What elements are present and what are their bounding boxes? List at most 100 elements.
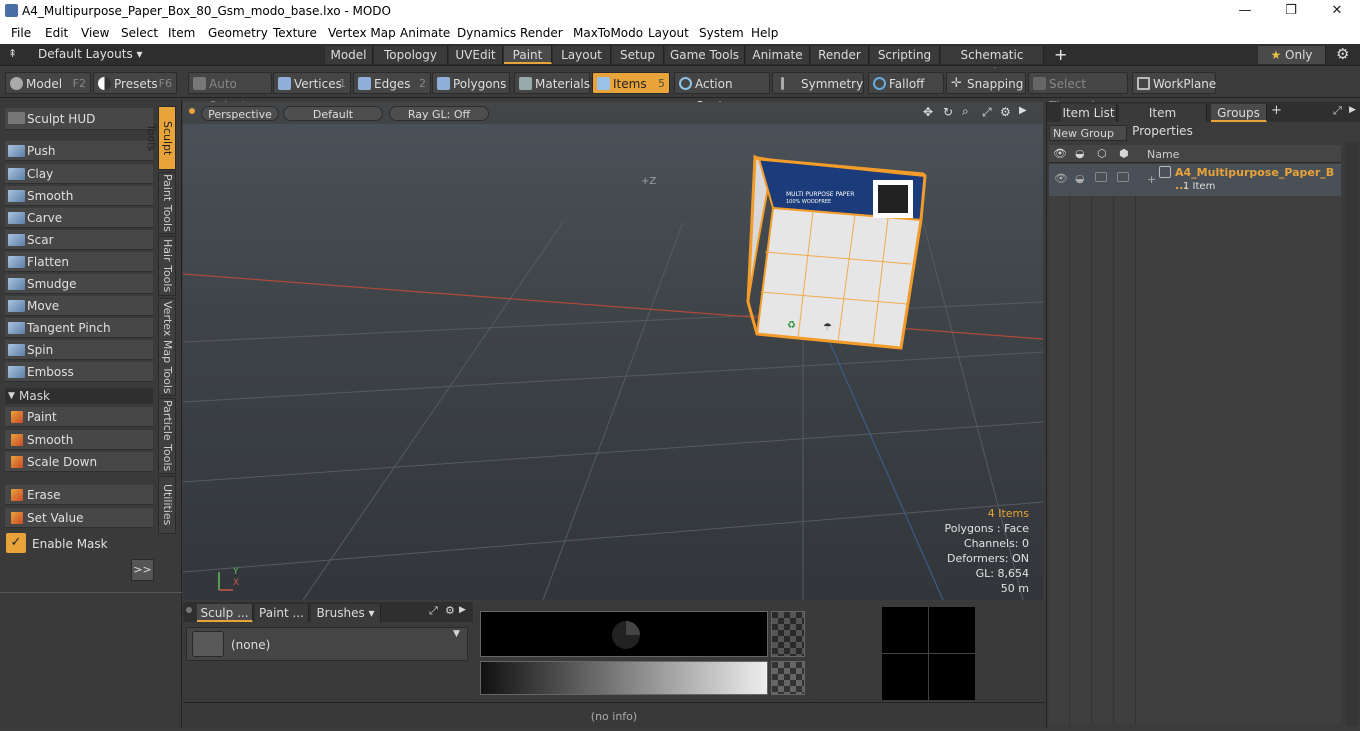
mask-smooth[interactable]: Smooth: [5, 430, 153, 450]
raygl-button[interactable]: Ray GL: Off: [389, 106, 489, 121]
name-column-header[interactable]: Name: [1147, 148, 1179, 161]
3d-viewport[interactable]: MULTI PURPOSE PAPER 100% WOODFREE ♻ ☂ +Z…: [183, 102, 1043, 600]
tab-game-tools[interactable]: Game Tools: [665, 46, 745, 64]
mask-paint[interactable]: Paint: [5, 407, 153, 427]
tool-smooth[interactable]: Smooth: [5, 186, 153, 206]
color-swatch-large[interactable]: [480, 611, 768, 657]
snapping-button[interactable]: ✛ Snapping: [946, 72, 1026, 94]
sculpt-hud-button[interactable]: Sculpt HUD: [5, 108, 153, 130]
row-render-icon[interactable]: ◒: [1075, 172, 1085, 185]
mask-scale-down[interactable]: Scale Down: [5, 452, 153, 472]
mask-erase[interactable]: Erase: [5, 485, 153, 505]
tab-layout[interactable]: Layout: [553, 46, 611, 64]
panel-more-icon[interactable]: ▶: [459, 605, 466, 615]
tab-brushes[interactable]: Brushes ▾: [311, 604, 381, 622]
viewport-menu-dot[interactable]: [189, 108, 195, 114]
auto-select-button[interactable]: Auto Select: [188, 72, 272, 113]
viewport-gear-icon[interactable]: ⚙: [1000, 105, 1011, 119]
row-visibility-eye-icon[interactable]: 👁: [1054, 172, 1068, 185]
tool-scar[interactable]: Scar: [5, 230, 153, 250]
rotate-icon[interactable]: ↻: [943, 105, 953, 119]
layout-toggle-icon[interactable]: ⇞: [8, 47, 17, 60]
right-panel-more-icon[interactable]: ▶: [1349, 105, 1356, 115]
menu-render[interactable]: Render: [520, 26, 563, 40]
materials-button[interactable]: Materials: [514, 72, 590, 94]
items-button[interactable]: Items 5: [592, 72, 670, 94]
tab-item-list[interactable]: Item List: [1061, 104, 1117, 122]
vtab-sculpt-tools[interactable]: Sculpt Tools: [145, 106, 176, 170]
workplane-button[interactable]: WorkPlane: [1132, 72, 1216, 94]
gradient-ramp[interactable]: [480, 661, 768, 695]
only-toggle[interactable]: ★ Only: [1258, 46, 1326, 64]
vtab-utilities[interactable]: Utilities: [158, 476, 176, 534]
model-mode-button[interactable]: Model F2: [5, 72, 91, 94]
tool-flatten[interactable]: Flatten: [5, 252, 153, 272]
tab-sculpt-brush[interactable]: Sculp ...: [197, 604, 253, 622]
tab-topology[interactable]: Topology: [374, 46, 448, 64]
alpha-checker-small[interactable]: [771, 661, 805, 695]
select-icon[interactable]: ⬢: [1119, 147, 1129, 160]
menu-help[interactable]: Help: [751, 26, 778, 40]
menu-geometry[interactable]: Geometry: [208, 26, 268, 40]
tab-scripting[interactable]: Scripting: [870, 46, 940, 64]
enable-mask-checkbox[interactable]: ✓: [6, 533, 26, 553]
close-button[interactable]: ✕: [1314, 0, 1360, 23]
tab-groups[interactable]: Groups: [1211, 104, 1267, 122]
visibility-eye-icon[interactable]: 👁: [1053, 147, 1067, 160]
panel-expand-icon[interactable]: ⤢: [429, 604, 438, 618]
menu-layout[interactable]: Layout: [648, 26, 689, 40]
row-select-checkbox[interactable]: [1117, 172, 1129, 182]
tool-move[interactable]: Move: [5, 296, 153, 316]
tab-item-properties[interactable]: Item Properties: [1119, 104, 1207, 138]
polygons-button[interactable]: Polygons: [432, 72, 510, 94]
tool-push[interactable]: Push: [5, 141, 153, 161]
presets-button[interactable]: Presets F6: [93, 72, 177, 94]
menu-animate[interactable]: Animate: [400, 26, 450, 40]
restore-button[interactable]: ❐: [1268, 0, 1314, 23]
tool-clay[interactable]: Clay: [5, 164, 153, 184]
view-type-button[interactable]: Perspective: [201, 106, 279, 121]
paper-box-model[interactable]: MULTI PURPOSE PAPER 100% WOODFREE ♻ ☂: [746, 154, 927, 350]
minimize-button[interactable]: —: [1222, 0, 1268, 23]
vtab-paint-tools[interactable]: Paint Tools: [158, 172, 176, 234]
brush-selector[interactable]: (none) ▼: [186, 627, 468, 661]
alpha-checker-swatch[interactable]: [771, 611, 805, 657]
tab-model[interactable]: Model: [325, 46, 373, 64]
default-layouts-dropdown[interactable]: Default Layouts ▾: [38, 47, 143, 61]
vertices-button[interactable]: Vertices 1: [273, 72, 351, 94]
tab-render[interactable]: Render: [811, 46, 869, 64]
vtab-vertex-map-tools[interactable]: Vertex Map Tools: [158, 298, 176, 396]
new-group-button[interactable]: New Group: [1049, 125, 1127, 141]
vtab-particle-tools[interactable]: Particle Tools: [158, 398, 176, 474]
lock-icon[interactable]: ⬡: [1097, 147, 1107, 160]
tab-setup[interactable]: Setup: [612, 46, 664, 64]
mask-section-header[interactable]: ▼ Mask: [5, 388, 153, 404]
panel-gear-icon[interactable]: ⚙: [445, 604, 455, 617]
menu-vertex-map[interactable]: Vertex Map: [328, 26, 396, 40]
edges-button[interactable]: Edges 2: [353, 72, 431, 94]
panel-menu-dot[interactable]: [186, 607, 192, 613]
tool-smudge[interactable]: Smudge: [5, 274, 153, 294]
menu-system[interactable]: System: [699, 26, 744, 40]
select-through-button[interactable]: Select Through: [1028, 72, 1128, 113]
tab-animate[interactable]: Animate: [746, 46, 810, 64]
tab-schematic-fusion[interactable]: Schematic Fusion: [941, 46, 1044, 80]
groups-scrollbar[interactable]: [1345, 142, 1359, 726]
menu-texture[interactable]: Texture: [273, 26, 317, 40]
tab-paint-brush[interactable]: Paint ...: [255, 604, 309, 622]
expand-plus-icon[interactable]: +: [1147, 173, 1156, 186]
symmetry-button[interactable]: Symmetry: [772, 72, 864, 94]
menu-view[interactable]: View: [81, 26, 109, 40]
menu-edit[interactable]: Edit: [45, 26, 68, 40]
pan-icon[interactable]: ✥: [923, 105, 933, 119]
tab-paint[interactable]: Paint: [504, 46, 552, 64]
texture-preview[interactable]: [882, 607, 975, 700]
menu-maxtomodo[interactable]: MaxToModo: [573, 26, 643, 40]
right-panel-expand-icon[interactable]: ⤢: [1333, 104, 1342, 118]
tool-emboss[interactable]: Emboss: [5, 362, 153, 382]
tool-tangent-pinch[interactable]: Tangent Pinch: [5, 318, 153, 338]
menu-item[interactable]: Item: [168, 26, 195, 40]
mask-set-value[interactable]: Set Value: [5, 508, 153, 528]
gear-icon[interactable]: ⚙: [1336, 45, 1349, 63]
add-layout-tab-button[interactable]: +: [1054, 45, 1067, 64]
